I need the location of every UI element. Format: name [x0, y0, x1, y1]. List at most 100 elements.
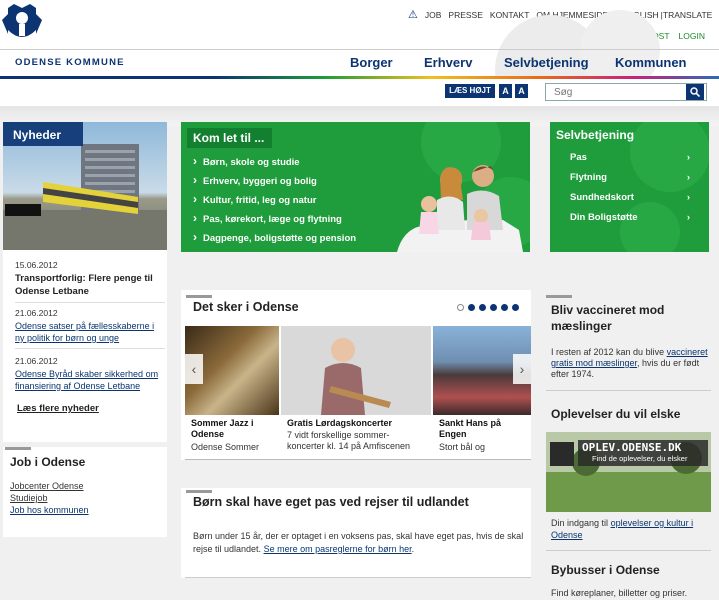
event-description: Stort bål og [439, 442, 486, 452]
search-input[interactable] [546, 86, 686, 98]
divider [546, 390, 711, 391]
news-headline[interactable]: Odense Byråd skaber sikkerhed om finansi… [15, 368, 165, 392]
article-text: Børn under 15 år, der er optaget i en vo… [193, 530, 528, 556]
chevron-right-icon: › [686, 192, 690, 203]
quick-link[interactable]: Kultur, fritid, leg og natur [193, 192, 316, 206]
divider [185, 577, 531, 578]
carousel-dot[interactable] [468, 304, 475, 311]
event-title: Sommer Jazz i Odense [191, 418, 254, 439]
divider [546, 550, 711, 551]
bus-title[interactable]: Bybusser i Odense [551, 563, 660, 577]
section-marker [186, 490, 212, 493]
article-link[interactable]: Se mere om pasreglerne for børn her [264, 544, 412, 554]
quick-link[interactable]: Dagpenge, boligstøtte og pension [193, 230, 356, 244]
nav-kommunen[interactable]: Kommunen [615, 55, 687, 70]
events-title: Det sker i Odense [193, 300, 299, 314]
vaccine-text: I resten af 2012 kan du blive vaccineret… [551, 347, 711, 380]
self-service-label: Flytning [570, 172, 607, 183]
nav-borger[interactable]: Borger [350, 55, 424, 70]
event-title: Sankt Hans på Engen [439, 418, 502, 439]
experiences-text-part: Din indgang til [551, 518, 609, 528]
self-service-item[interactable]: Flytning › [570, 172, 690, 183]
news-item[interactable]: 21.06.2012 Odense satser på fællesskaber… [15, 308, 165, 344]
section-marker [5, 447, 31, 450]
self-service-item[interactable]: Sundhedskort › [570, 192, 690, 203]
carousel-prev-button[interactable]: ‹ [185, 354, 203, 384]
news-date: 21.06.2012 [15, 356, 58, 366]
vaccine-text-part: I resten af 2012 kan du blive [551, 347, 665, 357]
carousel-dot[interactable] [512, 304, 519, 311]
search-button[interactable] [686, 84, 704, 100]
carousel-dot[interactable] [457, 304, 464, 311]
events-panel: Det sker i Odense Sommer Jazz i Odense O… [181, 290, 531, 460]
divider [185, 459, 531, 460]
news-title: Nyheder [13, 128, 62, 142]
carousel-dot[interactable] [490, 304, 497, 311]
carousel-dot[interactable] [501, 304, 508, 311]
more-news-link[interactable]: Læs flere nyheder [17, 403, 99, 414]
article-period: . [411, 544, 415, 554]
chevron-left-icon: ‹ [191, 361, 197, 377]
job-link[interactable]: Jobcenter Odense [10, 481, 84, 491]
search-icon [690, 87, 700, 97]
carousel-dot[interactable] [479, 304, 486, 311]
divider [15, 302, 165, 303]
self-service-label: Din Boligstøtte [570, 212, 638, 223]
job-title: Job i Odense [10, 455, 86, 469]
right-column: Bliv vaccineret mod mæslinger I resten a… [546, 290, 711, 600]
banner-heading: OPLEV.ODENSE.DK [582, 441, 682, 454]
news-item[interactable]: 21.06.2012 Odense Byråd skaber sikkerhed… [15, 356, 165, 392]
event-card[interactable]: Gratis Lørdagskoncerter 7 vidt forskelli… [281, 326, 431, 458]
self-service-item[interactable]: Din Boligstøtte › [570, 212, 690, 223]
divider [15, 348, 165, 349]
event-title: Gratis Lørdagskoncerter [287, 418, 393, 428]
news-headline[interactable]: Transportforlig: Flere penge til Odense … [15, 272, 165, 298]
chevron-right-icon: › [686, 152, 690, 163]
experiences-text: Din indgang til oplevelser og kultur i O… [551, 517, 711, 541]
banner-subtext: Find de oplevelser, du elsker [592, 454, 688, 463]
brand-name[interactable]: ODENSE KOMMUNE [15, 57, 125, 68]
event-card[interactable]: Sankt Hans på Engen Stort bål og [433, 326, 531, 458]
header-divider [0, 49, 719, 50]
read-aloud-button[interactable]: LÆS HØJT [445, 84, 495, 98]
quick-link[interactable]: Erhverv, byggeri og bolig [193, 173, 317, 187]
job-panel: Job i Odense Jobcenter Odense Studiejob … [3, 447, 167, 537]
main-navigation: Borger Erhverv Selvbetjening Kommunen [350, 55, 687, 70]
search-box [545, 83, 707, 101]
article-title[interactable]: Børn skal have eget pas ved rejser til u… [193, 495, 469, 509]
event-card[interactable]: Sommer Jazz i Odense Odense Sommer [185, 326, 279, 458]
news-date: 21.06.2012 [15, 308, 58, 318]
quick-link[interactable]: Børn, skole og studie [193, 154, 300, 168]
news-item[interactable]: 15.06.2012 Transportforlig: Flere penge … [15, 260, 165, 298]
chevron-right-icon: › [519, 361, 525, 377]
nav-selvbetjening[interactable]: Selvbetjening [504, 55, 615, 70]
event-description: Odense Sommer [191, 442, 260, 452]
news-headline[interactable]: Odense satser på fællesskaberne i ny pol… [15, 320, 165, 344]
vaccine-title[interactable]: Bliv vaccineret mod mæslinger [551, 302, 711, 334]
carousel-next-button[interactable]: › [513, 354, 531, 384]
chevron-right-icon: › [686, 212, 690, 223]
nav-erhverv[interactable]: Erhverv [424, 55, 504, 70]
bus-text: Find køreplaner, billetter og priser. [551, 588, 688, 598]
experiences-title: Oplevelser du vil elske [551, 407, 681, 421]
self-service-label: Pas [570, 152, 587, 163]
font-small-button[interactable]: A [499, 84, 512, 98]
self-service-panel: Selvbetjening Pas › Flytning › Sundhedskor… [550, 122, 709, 252]
experiences-banner[interactable]: OPLEV.ODENSE.DK Find de oplevelser, du e… [546, 432, 711, 512]
news-image[interactable]: Nyheder [3, 122, 167, 250]
news-date: 15.06.2012 [15, 260, 58, 270]
family-photo [393, 160, 523, 252]
quick-link[interactable]: Pas, kørekort, læge og flytning [193, 211, 342, 225]
job-link[interactable]: Studiejob [10, 493, 48, 503]
oplev-logo-icon [550, 442, 574, 466]
quick-access-title: Kom let til ... [187, 128, 273, 148]
self-service-item[interactable]: Pas › [570, 152, 690, 163]
color-stripe [0, 76, 719, 79]
odense-coat-of-arms-logo[interactable] [0, 0, 44, 46]
news-panel: Nyheder 15.06.2012 Transportforlig: Fler… [3, 122, 167, 442]
self-service-label: Sundhedskort [570, 192, 634, 203]
font-large-button[interactable]: A [515, 84, 528, 98]
job-link[interactable]: Job hos kommunen [10, 505, 89, 515]
section-marker [546, 295, 572, 298]
self-service-title: Selvbetjening [556, 128, 635, 142]
